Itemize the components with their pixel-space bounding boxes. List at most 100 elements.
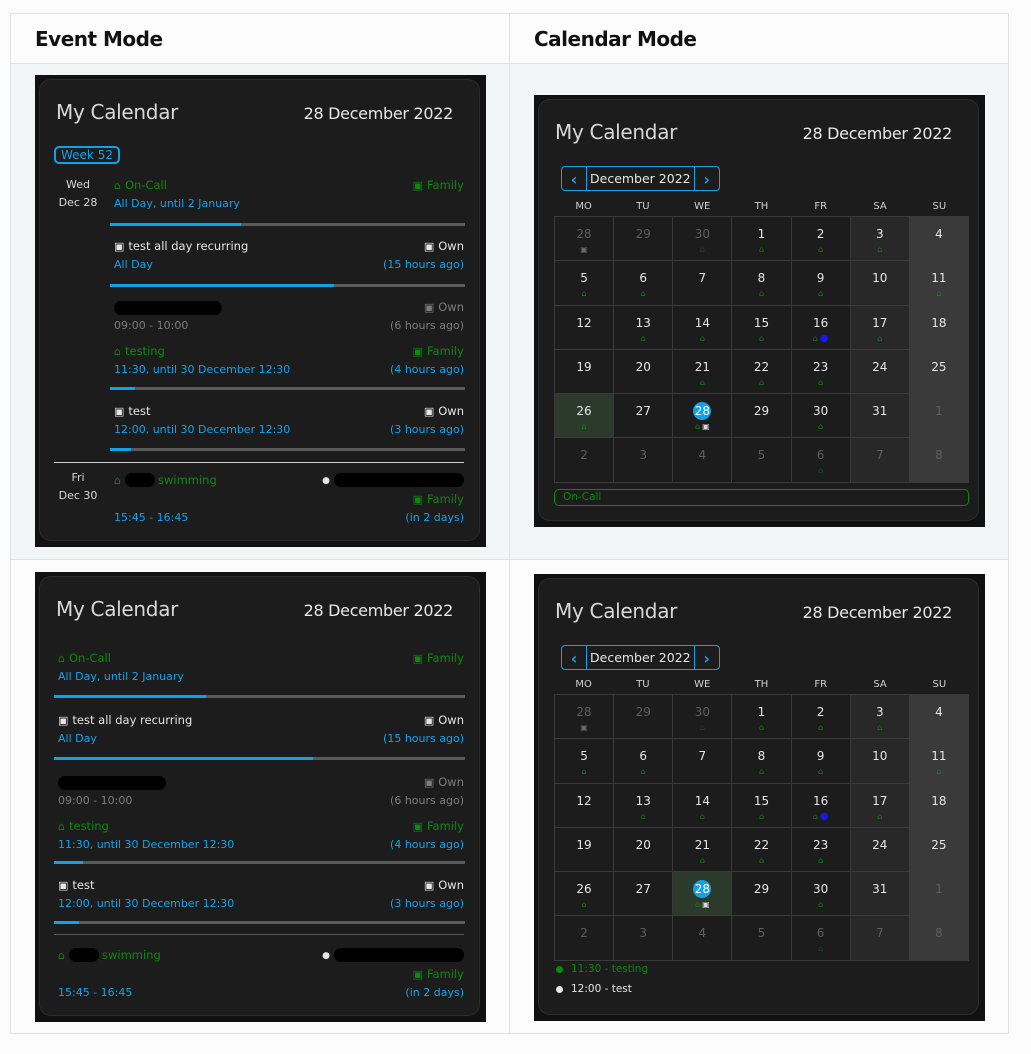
day-cell[interactable]: 27 bbox=[614, 872, 674, 917]
day-cell[interactable]: 5 bbox=[732, 916, 792, 961]
day-cell[interactable]: 19 bbox=[555, 349, 615, 395]
day-cell[interactable]: 5 bbox=[732, 438, 792, 483]
day-cell[interactable]: 18 bbox=[909, 783, 969, 828]
event-item[interactable]: ⌂ swimming ● ▣ Family 15:45 - 16:45 (in 2 days… bbox=[114, 470, 464, 527]
day-cell[interactable]: 24 bbox=[850, 349, 910, 395]
day-cell[interactable]: 29 bbox=[614, 695, 674, 740]
day-cell[interactable]: 29 bbox=[732, 872, 792, 917]
next-month-button[interactable]: › bbox=[695, 646, 719, 669]
event-item[interactable]: ⌂ swimming ● ▣ Family 15:45 - 16:45 (in 2 days… bbox=[58, 945, 464, 1002]
day-cell[interactable]: 18 bbox=[909, 305, 969, 350]
day-cell[interactable]: 1 ⌂ bbox=[732, 695, 792, 740]
day-cell[interactable]: 29 bbox=[614, 217, 674, 262]
day-cell[interactable]: 8 bbox=[909, 916, 969, 961]
day-cell[interactable]: 11 ⌂ bbox=[909, 739, 969, 784]
day-cell[interactable]: 5 ⌂ bbox=[555, 739, 615, 784]
day-cell[interactable]: 28 ⌂ ▣ bbox=[673, 872, 733, 917]
day-cell[interactable]: 9 ⌂ bbox=[791, 261, 851, 306]
selected-event-item[interactable]: 11:30 - testing bbox=[556, 959, 648, 979]
day-cell[interactable]: 31 bbox=[850, 394, 910, 439]
day-cell[interactable]: 14 ⌂ bbox=[673, 305, 733, 350]
event-item[interactable]: ▣ Own 09:00 - 10:00 (6 hours ago) bbox=[58, 773, 464, 810]
day-cell[interactable]: 21 ⌂ bbox=[673, 827, 733, 873]
day-cell[interactable]: 4 bbox=[673, 438, 733, 483]
day-cell[interactable]: 22 ⌂ bbox=[732, 349, 792, 395]
next-month-button[interactable]: › bbox=[695, 167, 719, 190]
day-cell[interactable]: 20 bbox=[614, 827, 674, 873]
day-cell[interactable]: 19 bbox=[555, 827, 615, 873]
day-cell[interactable]: 8 bbox=[909, 438, 969, 483]
day-cell[interactable]: 4 bbox=[673, 916, 733, 961]
day-cell[interactable]: 27 bbox=[614, 394, 674, 439]
day-cell[interactable]: 1 ⌂ bbox=[732, 217, 792, 262]
day-cell[interactable]: 26 ⌂ bbox=[555, 394, 615, 439]
day-cell[interactable]: 26 ⌂ bbox=[555, 872, 615, 917]
day-cell[interactable]: 25 bbox=[909, 827, 969, 873]
day-cell[interactable]: 15 ⌂ bbox=[732, 783, 792, 828]
day-cell[interactable]: 28 ▣ bbox=[555, 217, 615, 262]
day-cell[interactable]: 29 bbox=[732, 394, 792, 439]
day-cell[interactable]: 30 ⌂ bbox=[673, 695, 733, 740]
day-cell[interactable]: 10 bbox=[850, 739, 910, 784]
day-cell[interactable]: 5 ⌂ bbox=[555, 261, 615, 306]
day-cell[interactable]: 25 bbox=[909, 349, 969, 395]
day-cell[interactable]: 24 bbox=[850, 827, 910, 873]
selected-day-event[interactable]: On-Call bbox=[554, 489, 969, 506]
event-item[interactable]: ⌂ testing ▣ Family 11:30, until 30 December … bbox=[58, 817, 464, 854]
event-item[interactable]: ⌂ On-Call ▣ Family All Day, until 2 January bbox=[58, 649, 464, 686]
day-cell[interactable]: 7 bbox=[850, 438, 910, 483]
day-cell[interactable]: 2 bbox=[555, 438, 615, 483]
day-cell[interactable]: 3 ⌂ bbox=[850, 695, 910, 740]
prev-month-button[interactable]: ‹ bbox=[562, 646, 586, 669]
day-cell[interactable]: 23 ⌂ bbox=[791, 827, 851, 873]
event-item[interactable]: ▣ Own 09:00 - 10:00 (6 hours ago) bbox=[114, 298, 464, 335]
day-cell[interactable]: 4 bbox=[909, 217, 969, 262]
day-cell[interactable]: 17 ⌂ bbox=[850, 305, 910, 350]
day-cell[interactable]: 16 ⌂ ● bbox=[791, 305, 851, 350]
day-cell[interactable]: 7 bbox=[673, 261, 733, 306]
day-cell[interactable]: 28 ⌂ ▣ bbox=[673, 394, 733, 439]
day-cell[interactable]: 14 ⌂ bbox=[673, 783, 733, 828]
day-cell[interactable]: 10 bbox=[850, 261, 910, 306]
day-cell[interactable]: 16 ⌂ ● bbox=[791, 783, 851, 828]
event-item[interactable]: ⌂ testing ▣ Family 11:30, until 30 December … bbox=[114, 342, 464, 379]
day-cell[interactable]: 7 bbox=[850, 916, 910, 961]
day-cell[interactable]: 1 bbox=[909, 394, 969, 439]
event-item[interactable]: ▣ test ▣ Own 12:00, until 30 December 12:30(… bbox=[114, 402, 464, 439]
prev-month-button[interactable]: ‹ bbox=[562, 167, 586, 190]
day-cell[interactable]: 12 bbox=[555, 783, 615, 828]
day-cell[interactable]: 30 ⌂ bbox=[673, 217, 733, 262]
day-cell[interactable]: 22 ⌂ bbox=[732, 827, 792, 873]
day-cell[interactable]: 23 ⌂ bbox=[791, 349, 851, 395]
day-cell[interactable]: 6 ⌂ bbox=[614, 261, 674, 306]
day-cell[interactable]: 2 bbox=[555, 916, 615, 961]
event-item[interactable]: ▣ test ▣ Own 12:00, until 30 December 12:30(… bbox=[58, 876, 464, 913]
day-cell[interactable]: 9 ⌂ bbox=[791, 739, 851, 784]
event-item[interactable]: ▣ test all day recurring ▣ Own All Day (15 ho… bbox=[114, 237, 464, 274]
event-item[interactable]: ⌂ On-Call ▣ Family All Day, until 2 January bbox=[114, 176, 464, 213]
day-cell[interactable]: 20 bbox=[614, 349, 674, 395]
day-cell[interactable]: 1 bbox=[909, 872, 969, 917]
day-cell[interactable]: 11 ⌂ bbox=[909, 261, 969, 306]
selected-event-item[interactable]: 12:00 - test bbox=[556, 979, 648, 999]
day-cell[interactable]: 12 bbox=[555, 305, 615, 350]
day-cell[interactable]: 4 bbox=[909, 695, 969, 740]
day-cell[interactable]: 7 bbox=[673, 739, 733, 784]
day-cell[interactable]: 21 ⌂ bbox=[673, 349, 733, 395]
day-cell[interactable]: 2 ⌂ bbox=[791, 217, 851, 262]
day-cell[interactable]: 30 ⌂ bbox=[791, 394, 851, 439]
day-cell[interactable]: 15 ⌂ bbox=[732, 305, 792, 350]
day-cell[interactable]: 6 ⌂ bbox=[791, 916, 851, 961]
day-cell[interactable]: 8 ⌂ bbox=[732, 739, 792, 784]
day-cell[interactable]: 8 ⌂ bbox=[732, 261, 792, 306]
day-cell[interactable]: 6 ⌂ bbox=[791, 438, 851, 483]
day-cell[interactable]: 13 ⌂ bbox=[614, 305, 674, 350]
day-cell[interactable]: 17 ⌂ bbox=[850, 783, 910, 828]
day-cell[interactable]: 2 ⌂ bbox=[791, 695, 851, 740]
day-cell[interactable]: 13 ⌂ bbox=[614, 783, 674, 828]
day-cell[interactable]: 28 ▣ bbox=[555, 695, 615, 740]
day-cell[interactable]: 3 bbox=[614, 438, 674, 483]
event-item[interactable]: ▣ test all day recurring ▣ Own All Day (15 ho… bbox=[58, 711, 464, 748]
day-cell[interactable]: 30 ⌂ bbox=[791, 872, 851, 917]
day-cell[interactable]: 3 bbox=[614, 916, 674, 961]
